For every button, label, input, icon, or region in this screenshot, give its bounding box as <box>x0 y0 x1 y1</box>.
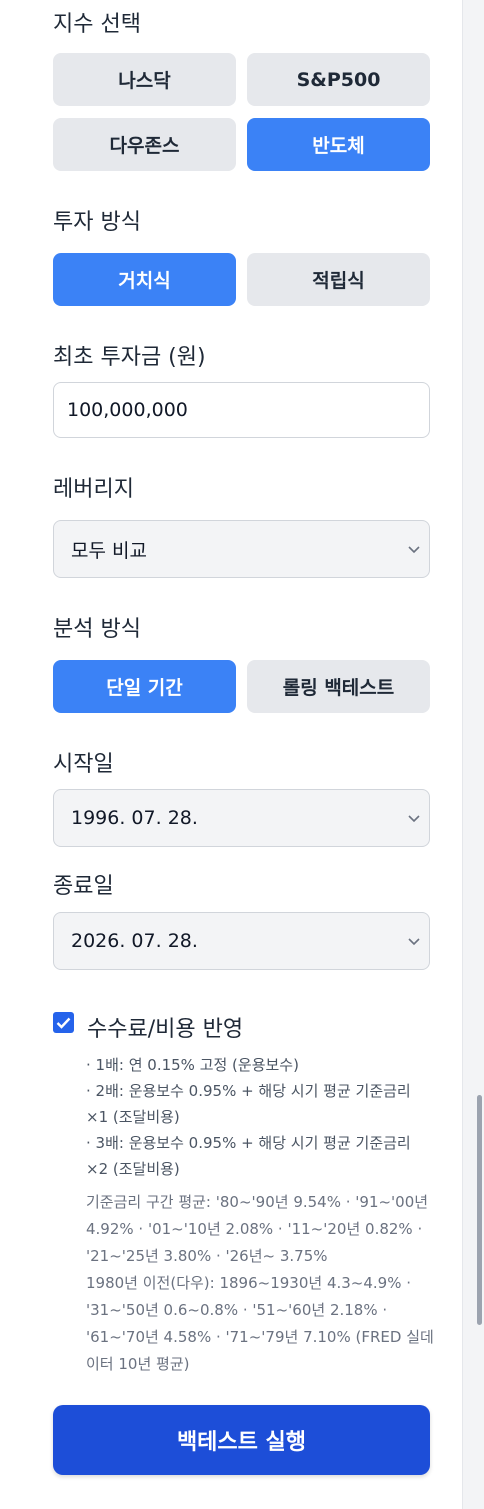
end-date-value: 2026. 07. 28. <box>71 930 198 952</box>
index-label: 지수 선택 <box>53 12 141 37</box>
method-label: 투자 방식 <box>53 210 141 235</box>
leverage-select[interactable]: 모두 비교 <box>53 520 430 578</box>
end-date-label: 종료일 <box>53 874 114 899</box>
leverage-value: 모두 비교 <box>71 539 147 562</box>
fees-label: 수수료/비용 반영 <box>87 1017 244 1042</box>
initial-amount-value: 100,000,000 <box>67 399 188 421</box>
checkmark-icon <box>56 1017 71 1029</box>
fee-item-2x: · 2배: 운용보수 0.95% + 해당 시기 평균 기준금리 ×1 (조달비… <box>86 1082 411 1126</box>
method-option-installment[interactable]: 적립식 <box>247 253 430 306</box>
start-date-label: 시작일 <box>53 752 114 777</box>
end-date-select[interactable]: 2026. 07. 28. <box>53 912 430 970</box>
start-date-value: 1996. 07. 28. <box>71 807 198 829</box>
index-option-nasdaq[interactable]: 나스닥 <box>53 53 236 106</box>
rate-averages: 기준금리 구간 평균: '80~'90년 9.54% · '91~'00년 4.… <box>86 1193 429 1265</box>
fees-checkbox[interactable] <box>53 1012 74 1033</box>
settings-panel: 지수 선택 나스닥 S&P500 다우존스 반도체 투자 방식 거치식 적립식 … <box>0 0 463 1509</box>
fee-item-3x: · 3배: 운용보수 0.95% + 해당 시기 평균 기준금리 ×2 (조달비… <box>86 1134 411 1178</box>
analysis-option-single[interactable]: 단일 기간 <box>53 660 236 713</box>
scrollbar[interactable] <box>477 1095 482 1325</box>
analysis-label: 분석 방식 <box>53 617 141 642</box>
pre-1980-rates: 1980년 이전(다우): 1896~1930년 4.3~4.9% · '31~… <box>86 1274 434 1373</box>
initial-amount-label: 최초 투자금 (원) <box>53 345 206 370</box>
index-option-semiconductor[interactable]: 반도체 <box>247 118 430 171</box>
fee-item-1x: · 1배: 연 0.15% 고정 (운용보수) <box>86 1056 299 1074</box>
initial-amount-input[interactable]: 100,000,000 <box>53 382 430 438</box>
start-date-select[interactable]: 1996. 07. 28. <box>53 789 430 847</box>
chevron-down-icon <box>408 815 420 823</box>
leverage-label: 레버리지 <box>53 477 134 502</box>
index-option-dow[interactable]: 다우존스 <box>53 118 236 171</box>
run-backtest-button[interactable]: 백테스트 실행 <box>53 1405 430 1475</box>
rates-note: 기준금리 구간 평균: '80~'90년 9.54% · '91~'00년 4.… <box>86 1189 436 1378</box>
index-option-sp500[interactable]: S&P500 <box>247 53 430 106</box>
method-option-lump-sum[interactable]: 거치식 <box>53 253 236 306</box>
chevron-down-icon <box>408 546 420 554</box>
chevron-down-icon <box>408 938 420 946</box>
analysis-option-rolling[interactable]: 롤링 백테스트 <box>247 660 430 713</box>
